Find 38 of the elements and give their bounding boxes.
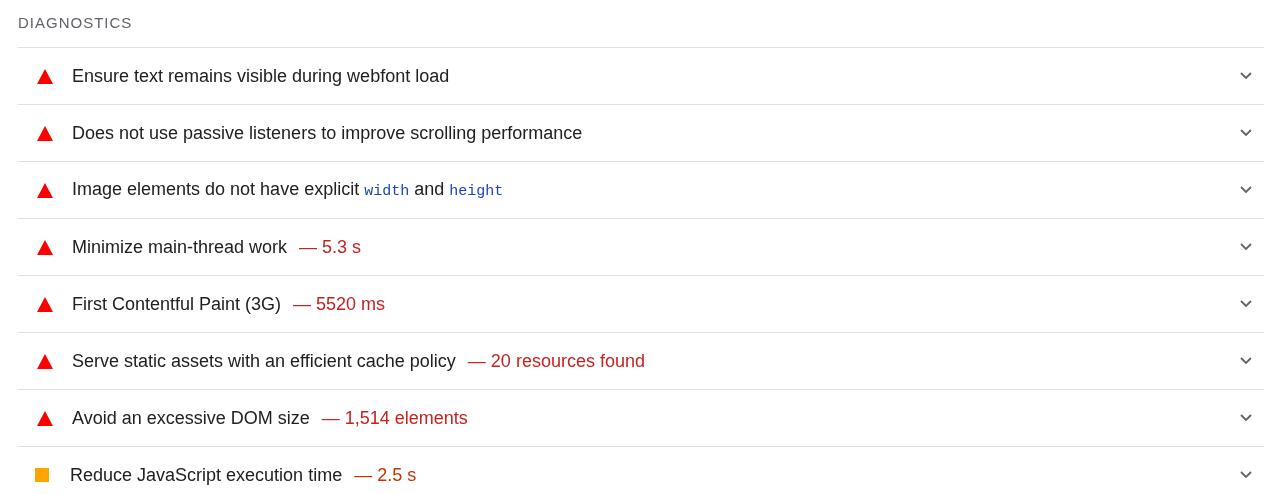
warning-triangle-icon [37, 125, 53, 141]
audit-title: Does not use passive listeners to improve scrolling performance [72, 121, 583, 145]
audit-value: — 1,514 elements [321, 406, 468, 430]
audit-value: — 5.3 s [299, 235, 362, 259]
warning-triangle-icon [37, 410, 53, 426]
audit-value: — 20 resources found [467, 349, 645, 373]
warning-triangle-icon [37, 353, 53, 369]
chevron-down-icon[interactable] [1240, 186, 1252, 194]
warning-triangle-icon [37, 296, 53, 312]
chevron-down-icon[interactable] [1240, 414, 1252, 422]
chevron-down-icon[interactable] [1240, 243, 1252, 251]
audit-row[interactable]: Avoid an excessive DOM size — 1,514 elements [18, 389, 1264, 446]
audit-title: Image elements do not have explicit width and height [72, 178, 504, 203]
chevron-down-icon[interactable] [1240, 357, 1252, 365]
audit-title: First Contentful Paint (3G) [72, 292, 282, 316]
chevron-down-icon[interactable] [1240, 72, 1252, 80]
chevron-down-icon[interactable] [1240, 471, 1252, 479]
audit-row[interactable]: Serve static assets with an efficient cache policy — 20 resources found [18, 332, 1264, 389]
audit-value: — 5520 ms [293, 292, 386, 316]
audit-value: — 2.5 s [354, 463, 417, 487]
audit-row[interactable]: Ensure text remains visible during webfont load [18, 47, 1264, 104]
warning-triangle-icon [37, 68, 53, 84]
audit-title: Minimize main-thread work [72, 235, 288, 259]
section-title: DIAGNOSTICS [18, 13, 134, 33]
chevron-down-icon[interactable] [1240, 300, 1252, 308]
audit-title: Avoid an excessive DOM size [72, 406, 310, 430]
warning-triangle-icon [37, 239, 53, 255]
audit-title: Reduce JavaScript execution time [70, 463, 343, 487]
audit-row[interactable]: Reduce JavaScript execution time — 2.5 s [18, 446, 1264, 494]
audit-title: Serve static assets with an efficient cache policy [72, 349, 456, 373]
warning-triangle-icon [37, 182, 53, 198]
square-icon [35, 468, 49, 482]
chevron-down-icon[interactable] [1240, 129, 1252, 137]
audit-row[interactable]: Minimize main-thread work — 5.3 s [18, 218, 1264, 275]
audit-title: Ensure text remains visible during webfont load [72, 64, 450, 88]
audit-row[interactable]: First Contentful Paint (3G) — 5520 ms [18, 275, 1264, 332]
audit-row[interactable]: Does not use passive listeners to improve scrolling performance [18, 104, 1264, 161]
audit-row[interactable]: Image elements do not have explicit width and height [18, 161, 1264, 218]
